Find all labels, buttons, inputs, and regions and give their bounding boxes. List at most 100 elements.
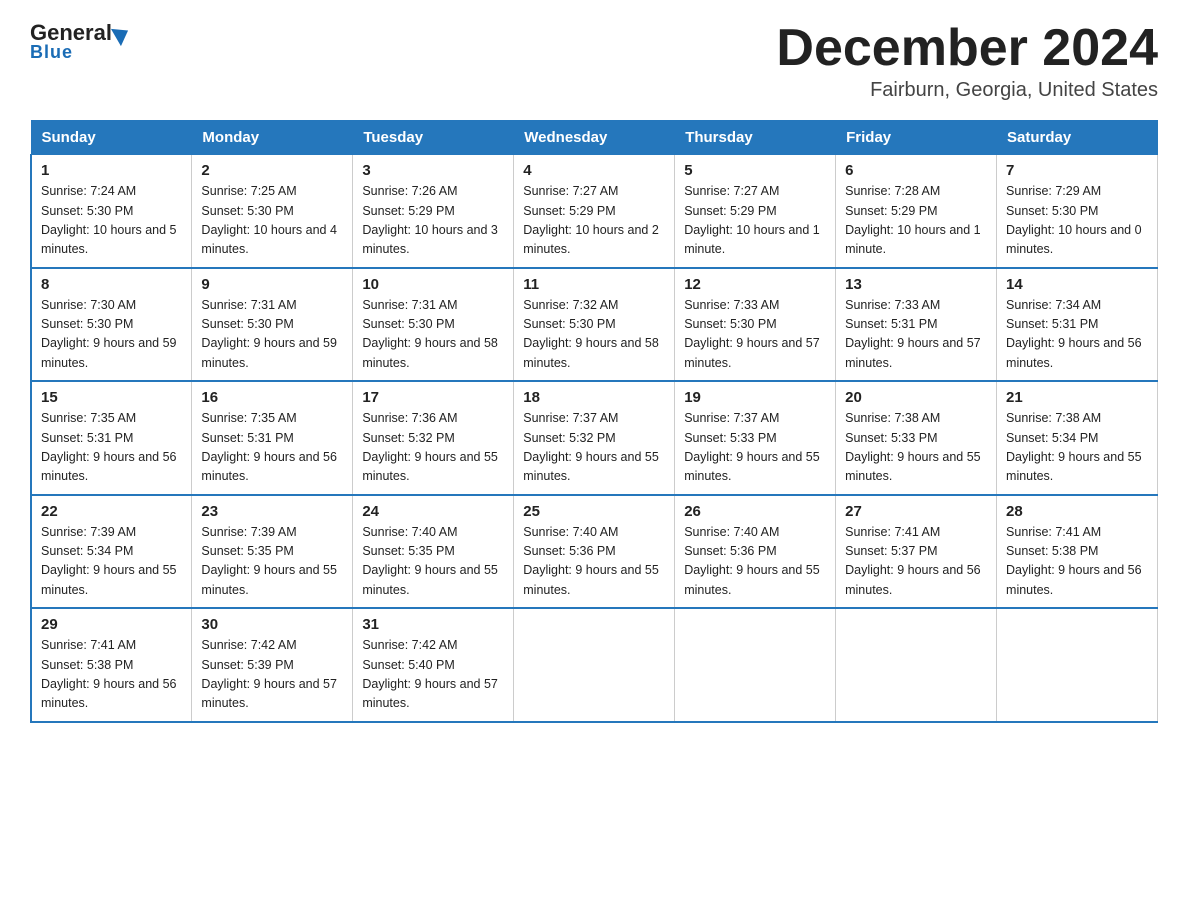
day-number: 5: [684, 162, 826, 179]
calendar-cell: 29 Sunrise: 7:41 AMSunset: 5:38 PMDayligh…: [31, 608, 192, 722]
calendar-body: 1 Sunrise: 7:24 AMSunset: 5:30 PMDaylight…: [31, 155, 1158, 722]
calendar-cell: 13 Sunrise: 7:33 AMSunset: 5:31 PMDayligh…: [836, 268, 997, 382]
calendar-week-row: 1 Sunrise: 7:24 AMSunset: 5:30 PMDaylight…: [31, 155, 1158, 268]
day-number: 6: [845, 162, 987, 179]
day-info: Sunrise: 7:37 AMSunset: 5:33 PMDaylight:…: [684, 409, 826, 487]
calendar-cell: 6 Sunrise: 7:28 AMSunset: 5:29 PMDaylight…: [836, 155, 997, 268]
day-info: Sunrise: 7:39 AMSunset: 5:34 PMDaylight:…: [41, 523, 182, 601]
day-of-week-header: Saturday: [997, 121, 1158, 155]
calendar-table: SundayMondayTuesdayWednesdayThursdayFrid…: [30, 120, 1158, 723]
calendar-cell: 18Sunrise: 7:37 AMSunset: 5:32 PMDayligh…: [514, 381, 675, 495]
calendar-cell: 9 Sunrise: 7:31 AMSunset: 5:30 PMDaylight…: [192, 268, 353, 382]
day-number: 7: [1006, 162, 1148, 179]
calendar-cell: 23Sunrise: 7:39 AMSunset: 5:35 PMDayligh…: [192, 495, 353, 609]
title-block: December 2024 Fairburn, Georgia, United …: [776, 20, 1158, 102]
day-info: Sunrise: 7:35 AMSunset: 5:31 PMDaylight:…: [41, 409, 182, 487]
calendar-week-row: 15 Sunrise: 7:35 AMSunset: 5:31 PMDayligh…: [31, 381, 1158, 495]
calendar-cell: 3Sunrise: 7:26 AMSunset: 5:29 PMDaylight…: [353, 155, 514, 268]
calendar-cell: 20 Sunrise: 7:38 AMSunset: 5:33 PMDayligh…: [836, 381, 997, 495]
calendar-week-row: 29 Sunrise: 7:41 AMSunset: 5:38 PMDayligh…: [31, 608, 1158, 722]
day-info: Sunrise: 7:38 AMSunset: 5:34 PMDaylight:…: [1006, 409, 1148, 487]
calendar-cell: 31Sunrise: 7:42 AMSunset: 5:40 PMDayligh…: [353, 608, 514, 722]
day-number: 17: [362, 389, 504, 406]
calendar-week-row: 22Sunrise: 7:39 AMSunset: 5:34 PMDayligh…: [31, 495, 1158, 609]
day-number: 25: [523, 503, 665, 520]
calendar-cell: 12 Sunrise: 7:33 AMSunset: 5:30 PMDayligh…: [675, 268, 836, 382]
page-header: General Blue December 2024 Fairburn, Geo…: [30, 20, 1158, 102]
calendar-cell: [997, 608, 1158, 722]
day-number: 20: [845, 389, 987, 406]
day-info: Sunrise: 7:29 AMSunset: 5:30 PMDaylight:…: [1006, 182, 1148, 260]
calendar-cell: 25 Sunrise: 7:40 AMSunset: 5:36 PMDayligh…: [514, 495, 675, 609]
day-info: Sunrise: 7:27 AMSunset: 5:29 PMDaylight:…: [684, 182, 826, 260]
day-number: 8: [41, 276, 182, 293]
day-info: Sunrise: 7:25 AMSunset: 5:30 PMDaylight:…: [201, 182, 343, 260]
day-number: 13: [845, 276, 987, 293]
day-info: Sunrise: 7:32 AMSunset: 5:30 PMDaylight:…: [523, 296, 665, 374]
calendar-cell: 19 Sunrise: 7:37 AMSunset: 5:33 PMDayligh…: [675, 381, 836, 495]
calendar-cell: 24 Sunrise: 7:40 AMSunset: 5:35 PMDayligh…: [353, 495, 514, 609]
day-info: Sunrise: 7:33 AMSunset: 5:31 PMDaylight:…: [845, 296, 987, 374]
day-info: Sunrise: 7:40 AMSunset: 5:36 PMDaylight:…: [523, 523, 665, 601]
calendar-cell: 2Sunrise: 7:25 AMSunset: 5:30 PMDaylight…: [192, 155, 353, 268]
day-number: 12: [684, 276, 826, 293]
day-number: 24: [362, 503, 504, 520]
day-number: 27: [845, 503, 987, 520]
day-info: Sunrise: 7:36 AMSunset: 5:32 PMDaylight:…: [362, 409, 504, 487]
calendar-cell: 14 Sunrise: 7:34 AMSunset: 5:31 PMDayligh…: [997, 268, 1158, 382]
calendar-cell: 10 Sunrise: 7:31 AMSunset: 5:30 PMDayligh…: [353, 268, 514, 382]
calendar-cell: 4Sunrise: 7:27 AMSunset: 5:29 PMDaylight…: [514, 155, 675, 268]
day-number: 14: [1006, 276, 1148, 293]
calendar-cell: 11 Sunrise: 7:32 AMSunset: 5:30 PMDayligh…: [514, 268, 675, 382]
day-info: Sunrise: 7:41 AMSunset: 5:38 PMDaylight:…: [41, 636, 182, 714]
month-title: December 2024: [776, 20, 1158, 77]
day-number: 1: [41, 162, 182, 179]
day-number: 29: [41, 616, 182, 633]
day-number: 18: [523, 389, 665, 406]
day-info: Sunrise: 7:33 AMSunset: 5:30 PMDaylight:…: [684, 296, 826, 374]
calendar-week-row: 8 Sunrise: 7:30 AMSunset: 5:30 PMDaylight…: [31, 268, 1158, 382]
day-number: 21: [1006, 389, 1148, 406]
day-info: Sunrise: 7:35 AMSunset: 5:31 PMDaylight:…: [201, 409, 343, 487]
day-number: 19: [684, 389, 826, 406]
day-number: 30: [201, 616, 343, 633]
calendar-cell: 1 Sunrise: 7:24 AMSunset: 5:30 PMDaylight…: [31, 155, 192, 268]
calendar-cell: [514, 608, 675, 722]
day-info: Sunrise: 7:31 AMSunset: 5:30 PMDaylight:…: [362, 296, 504, 374]
logo-sub: Blue: [30, 42, 73, 63]
day-number: 16: [201, 389, 343, 406]
day-info: Sunrise: 7:40 AMSunset: 5:35 PMDaylight:…: [362, 523, 504, 601]
calendar-cell: [836, 608, 997, 722]
day-of-week-header: Thursday: [675, 121, 836, 155]
calendar-cell: 28Sunrise: 7:41 AMSunset: 5:38 PMDayligh…: [997, 495, 1158, 609]
day-number: 15: [41, 389, 182, 406]
day-info: Sunrise: 7:38 AMSunset: 5:33 PMDaylight:…: [845, 409, 987, 487]
day-number: 26: [684, 503, 826, 520]
day-number: 23: [201, 503, 343, 520]
day-number: 31: [362, 616, 504, 633]
day-info: Sunrise: 7:24 AMSunset: 5:30 PMDaylight:…: [41, 182, 182, 260]
day-number: 10: [362, 276, 504, 293]
calendar-cell: 16 Sunrise: 7:35 AMSunset: 5:31 PMDayligh…: [192, 381, 353, 495]
day-number: 11: [523, 276, 665, 293]
day-number: 4: [523, 162, 665, 179]
day-info: Sunrise: 7:40 AMSunset: 5:36 PMDaylight:…: [684, 523, 826, 601]
day-of-week-header: Monday: [192, 121, 353, 155]
day-info: Sunrise: 7:34 AMSunset: 5:31 PMDaylight:…: [1006, 296, 1148, 374]
calendar-cell: 22Sunrise: 7:39 AMSunset: 5:34 PMDayligh…: [31, 495, 192, 609]
day-of-week-header: Friday: [836, 121, 997, 155]
day-info: Sunrise: 7:30 AMSunset: 5:30 PMDaylight:…: [41, 296, 182, 374]
calendar-cell: 8 Sunrise: 7:30 AMSunset: 5:30 PMDaylight…: [31, 268, 192, 382]
day-info: Sunrise: 7:28 AMSunset: 5:29 PMDaylight:…: [845, 182, 987, 260]
calendar-cell: 26 Sunrise: 7:40 AMSunset: 5:36 PMDayligh…: [675, 495, 836, 609]
day-number: 9: [201, 276, 343, 293]
calendar-header-row: SundayMondayTuesdayWednesdayThursdayFrid…: [31, 121, 1158, 155]
calendar-cell: 5 Sunrise: 7:27 AMSunset: 5:29 PMDaylight…: [675, 155, 836, 268]
calendar-cell: 7 Sunrise: 7:29 AMSunset: 5:30 PMDaylight…: [997, 155, 1158, 268]
day-info: Sunrise: 7:41 AMSunset: 5:37 PMDaylight:…: [845, 523, 987, 601]
calendar-cell: 27 Sunrise: 7:41 AMSunset: 5:37 PMDayligh…: [836, 495, 997, 609]
calendar-cell: [675, 608, 836, 722]
day-info: Sunrise: 7:31 AMSunset: 5:30 PMDaylight:…: [201, 296, 343, 374]
day-info: Sunrise: 7:26 AMSunset: 5:29 PMDaylight:…: [362, 182, 504, 260]
calendar-cell: 21 Sunrise: 7:38 AMSunset: 5:34 PMDayligh…: [997, 381, 1158, 495]
